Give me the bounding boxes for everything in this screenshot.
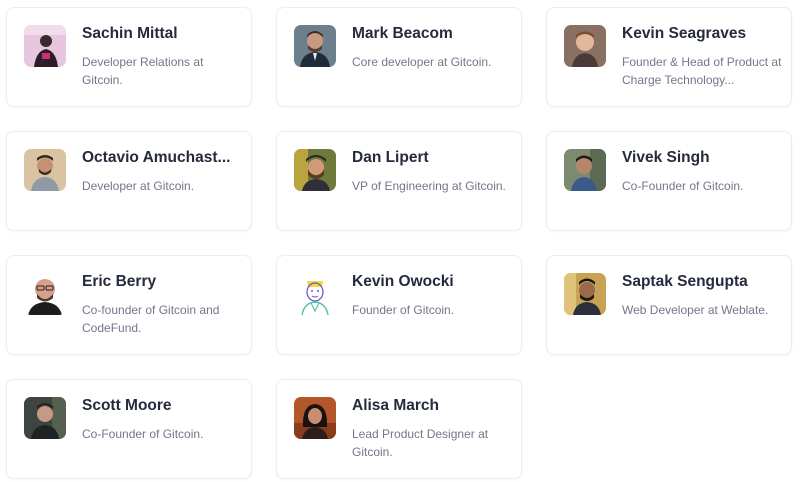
person-illustration-icon [294,273,336,315]
person-role: Co-Founder of Gitcoin. [82,427,204,441]
avatar [24,397,66,439]
team-card-vivek-singh[interactable]: Vivek Singh Co-Founder of Gitcoin. [546,131,792,231]
person-photo-icon [24,149,66,191]
person-photo-icon [564,273,606,315]
person-role: Lead Product Designer at Gitcoin. [352,427,489,459]
avatar [294,397,336,439]
team-card-saptak-sengupta[interactable]: Saptak Sengupta Web Developer at Weblate… [546,255,792,355]
avatar [564,273,606,315]
team-card-kevin-owocki[interactable]: Kevin Owocki Founder of Gitcoin. [276,255,522,355]
avatar [24,273,66,315]
person-name: Scott Moore [82,397,172,414]
person-role: Co-founder of Gitcoin and CodeFund. [82,303,220,335]
person-role: Web Developer at Weblate. [622,303,769,317]
person-name: Kevin Seagraves [622,25,747,42]
person-photo-icon [24,25,66,67]
person-role: Co-Founder of Gitcoin. [622,179,744,193]
person-role: Developer Relations at Gitcoin. [82,55,204,87]
person-photo-icon [564,25,606,67]
avatar [294,273,336,315]
team-card-eric-berry[interactable]: Eric Berry Co-founder of Gitcoin and Cod… [6,255,252,355]
avatar [294,25,336,67]
avatar [24,149,66,191]
person-name: Kevin Owocki [352,273,454,290]
person-photo-icon [294,397,336,439]
person-role: Core developer at Gitcoin. [352,55,492,69]
avatar [294,149,336,191]
person-name: Saptak Sengupta [622,273,748,290]
person-name: Octavio Amuchast... [82,149,231,166]
team-card-mark-beacom[interactable]: Mark Beacom Core developer at Gitcoin. [276,7,522,107]
avatar [564,149,606,191]
team-card-kevin-seagraves[interactable]: Kevin Seagraves Founder & Head of Produc… [546,7,792,107]
person-role: Founder & Head of Product at Charge Tech… [622,55,782,87]
person-role: Developer at Gitcoin. [82,179,195,193]
team-card-alisa-march[interactable]: Alisa March Lead Product Designer at Git… [276,379,522,479]
team-card-octavio-amuchastegui[interactable]: Octavio Amuchast... Developer at Gitcoin… [6,131,252,231]
person-photo-icon [24,397,66,439]
person-name: Eric Berry [82,273,157,290]
person-name: Vivek Singh [622,149,710,166]
team-card-scott-moore[interactable]: Scott Moore Co-Founder of Gitcoin. [6,379,252,479]
team-card-dan-lipert[interactable]: Dan Lipert VP of Engineering at Gitcoin. [276,131,522,231]
avatar [564,25,606,67]
person-role: Founder of Gitcoin. [352,303,455,317]
person-photo-icon [24,273,66,315]
person-name: Alisa March [352,397,440,414]
person-photo-icon [294,149,336,191]
person-name: Sachin Mittal [82,25,178,42]
person-photo-icon [564,149,606,191]
person-name: Mark Beacom [352,25,453,42]
team-card-sachin-mittal[interactable]: Sachin Mittal Developer Relations at Git… [6,7,252,107]
person-photo-icon [294,25,336,67]
person-role: VP of Engineering at Gitcoin. [352,179,506,193]
person-name: Dan Lipert [352,149,429,166]
avatar [24,25,66,67]
